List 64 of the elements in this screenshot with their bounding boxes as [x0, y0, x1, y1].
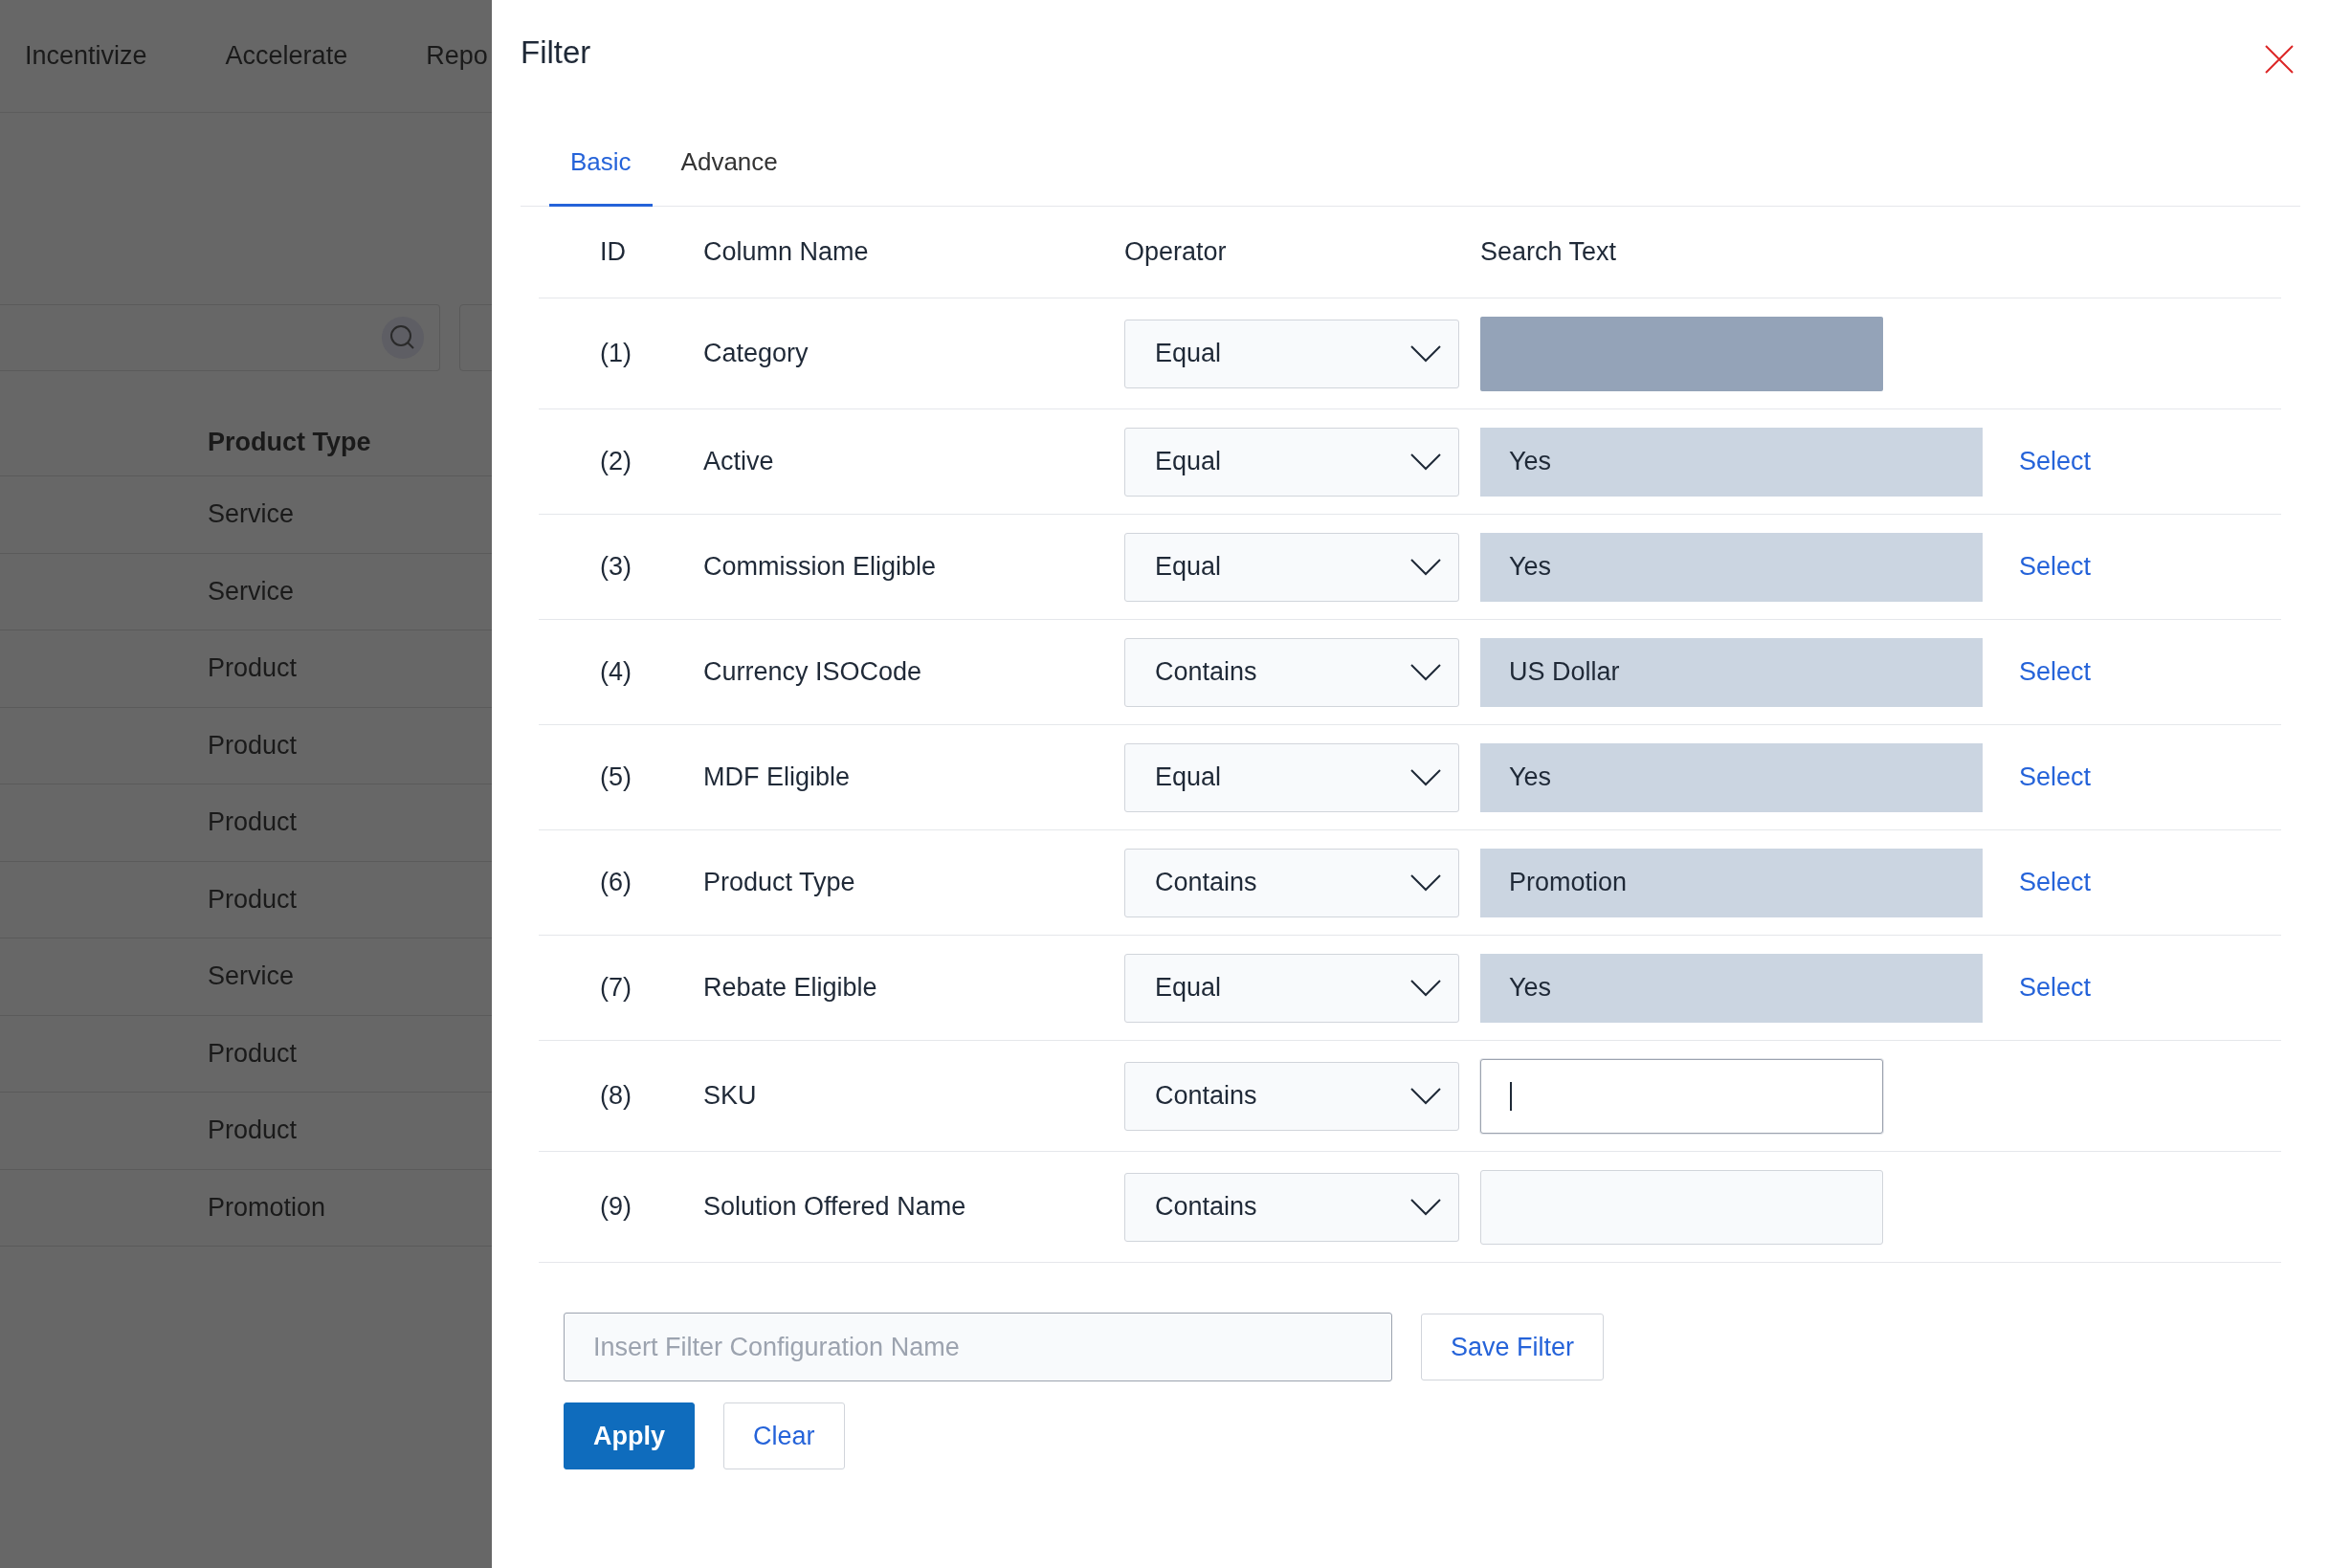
value-field[interactable]: Yes: [1480, 742, 1983, 812]
search-field[interactable]: [0, 304, 440, 371]
column-header: ID: [599, 237, 627, 267]
operator-dropdown[interactable]: Contains: [1124, 1061, 1459, 1131]
select-link[interactable]: Select: [2019, 657, 2092, 687]
chevron-down-icon: [1410, 1087, 1441, 1105]
operator-dropdown[interactable]: Equal: [1124, 742, 1459, 812]
row-id: (4): [599, 657, 632, 687]
value-field[interactable]: Promotion: [1480, 848, 1983, 917]
row-id: (1): [599, 339, 632, 368]
configuration-name-input[interactable]: Insert Filter Configuration Name: [564, 1313, 1392, 1381]
tab[interactable]: Advance: [659, 119, 799, 207]
column-name: Product Type: [703, 868, 856, 897]
column-name: Solution Offered Name: [703, 1192, 967, 1222]
dialog-title: Filter: [521, 34, 591, 71]
search-text-input[interactable]: [1480, 1058, 1883, 1134]
operator-dropdown[interactable]: Equal: [1124, 532, 1459, 602]
column-name: Commission Eligible: [703, 552, 938, 582]
search-icon: [382, 317, 424, 359]
row-id: (6): [599, 868, 632, 897]
chevron-down-icon: [1410, 663, 1441, 681]
select-link[interactable]: Select: [2019, 552, 2092, 582]
value-field[interactable]: Yes: [1480, 427, 1983, 497]
row-id: (8): [599, 1081, 632, 1111]
operator-dropdown[interactable]: Equal: [1124, 953, 1459, 1023]
operator-dropdown[interactable]: Equal: [1124, 427, 1459, 497]
column-name: MDF Eligible: [703, 762, 852, 792]
select-link[interactable]: Select: [2019, 973, 2092, 1003]
row-id: (5): [599, 762, 632, 792]
column-name: Currency ISOCode: [703, 657, 923, 687]
chevron-down-icon: [1410, 558, 1441, 576]
operator-dropdown[interactable]: Contains: [1124, 1172, 1459, 1242]
chevron-down-icon: [1410, 1198, 1441, 1216]
value-field[interactable]: US Dollar: [1480, 637, 1983, 707]
select-link[interactable]: Select: [2019, 868, 2092, 897]
column-header: Operator: [1124, 237, 1228, 267]
value-field[interactable]: Yes: [1480, 953, 1983, 1023]
chevron-down-icon: [1410, 344, 1441, 363]
chevron-down-icon: [1410, 979, 1441, 997]
apply-button[interactable]: Apply: [564, 1402, 695, 1469]
operator-dropdown[interactable]: Contains: [1124, 848, 1459, 917]
text-cursor: [1510, 1081, 1512, 1111]
chevron-down-icon: [1410, 873, 1441, 892]
column-name: Rebate Eligible: [703, 973, 878, 1003]
row-id: (2): [599, 447, 632, 476]
column-name: Active: [703, 447, 775, 476]
row-id: (3): [599, 552, 632, 582]
operator-dropdown[interactable]: Contains: [1124, 637, 1459, 707]
select-link[interactable]: Select: [2019, 447, 2092, 476]
save-filter-button[interactable]: Save Filter: [1421, 1314, 1605, 1380]
tab[interactable]: Basic: [549, 119, 653, 207]
search-text-input[interactable]: [1480, 1169, 1883, 1245]
clear-button[interactable]: Clear: [723, 1402, 845, 1469]
chevron-down-icon: [1410, 768, 1441, 786]
chevron-down-icon: [1410, 453, 1441, 471]
operator-dropdown[interactable]: Equal: [1124, 319, 1459, 388]
column-header: Search Text: [1480, 237, 1618, 267]
row-id: (9): [599, 1192, 632, 1222]
column-name: Category: [703, 339, 810, 368]
column-name: SKU: [703, 1081, 758, 1111]
select-link[interactable]: Select: [2019, 762, 2092, 792]
value-field[interactable]: Yes: [1480, 532, 1983, 602]
row-id: (7): [599, 973, 632, 1003]
column-header: Column Name: [703, 237, 870, 267]
